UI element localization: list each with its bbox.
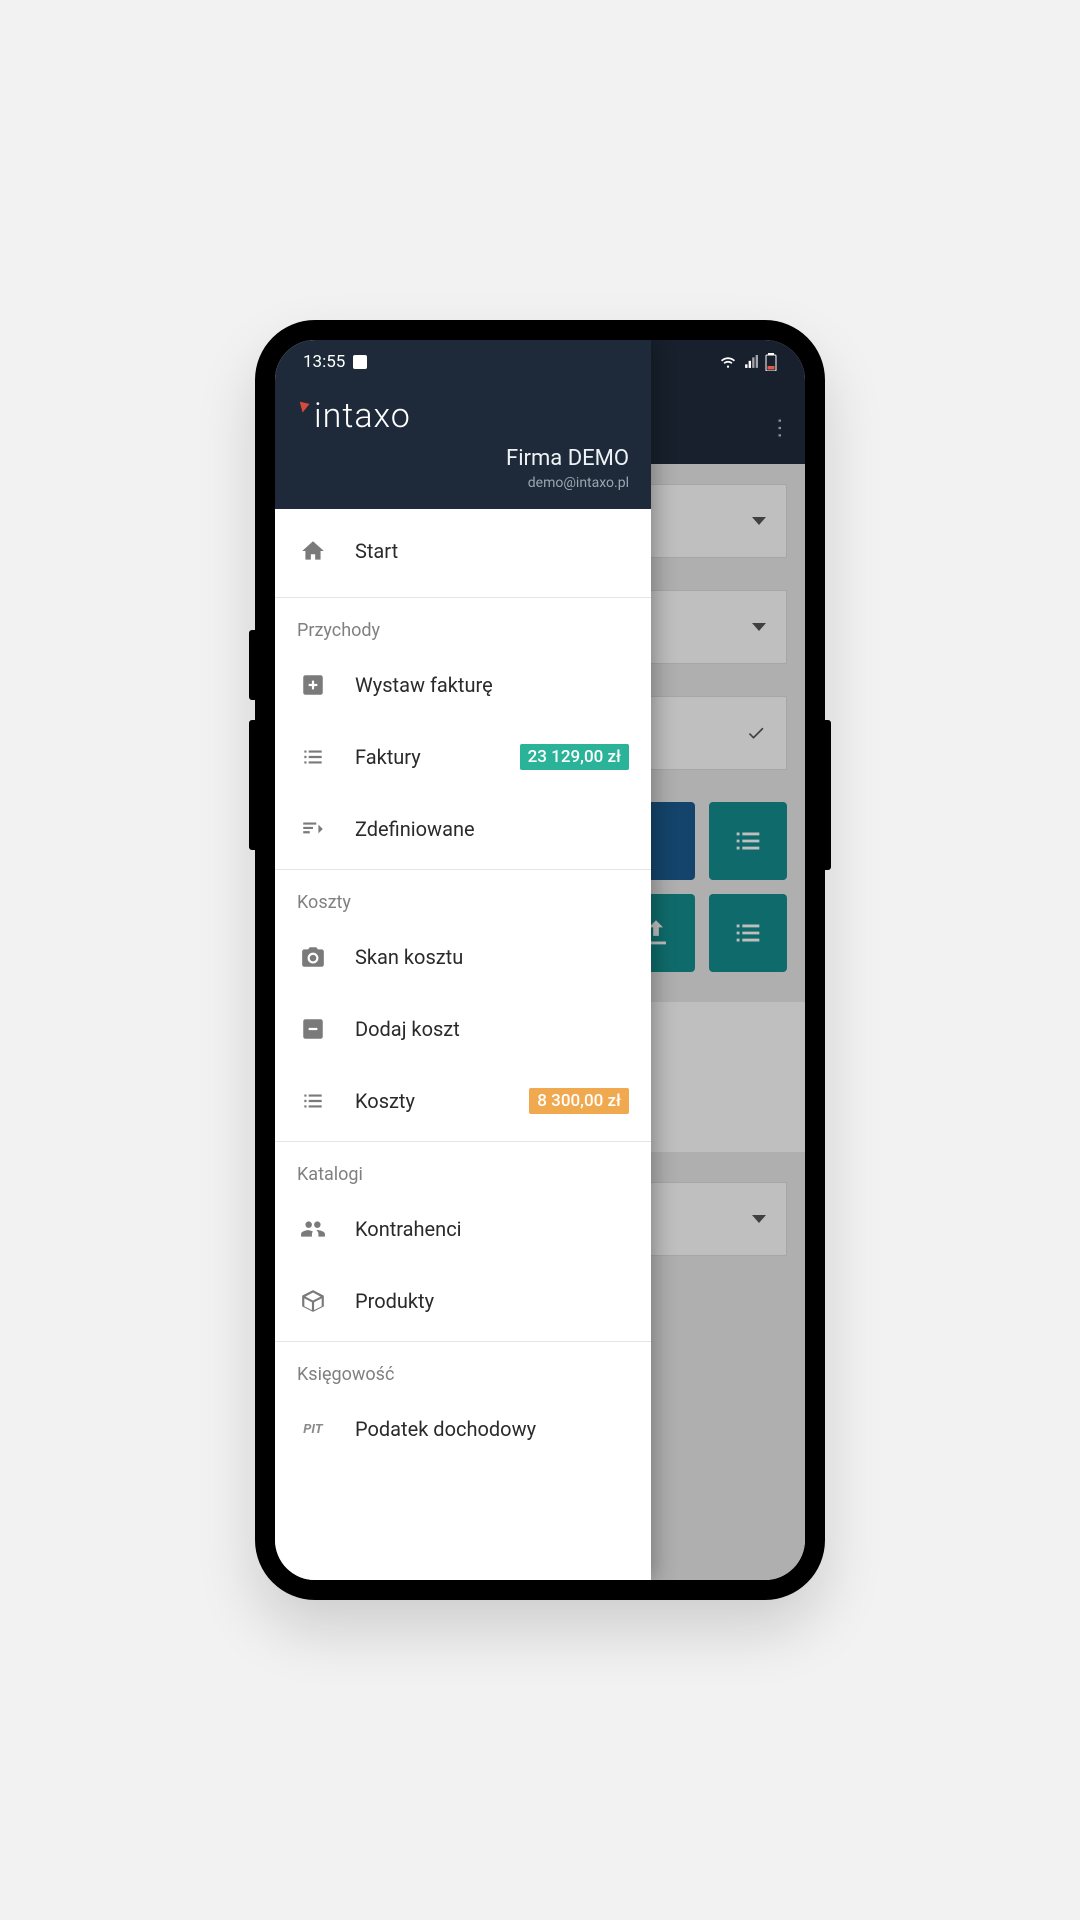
nav-kontrahenci[interactable]: Kontrahenci	[275, 1193, 651, 1265]
brand-logo: ▾ intaxo	[299, 396, 411, 436]
nav-start[interactable]: Start	[275, 509, 651, 593]
nav-label: Produkty	[355, 1289, 434, 1313]
section-koszty: Koszty	[275, 874, 651, 921]
status-bar: 13:55	[275, 340, 805, 384]
nav-faktury[interactable]: Faktury 23 129,00 zł	[275, 721, 651, 793]
nav-zdefiniowane[interactable]: Zdefiniowane	[275, 793, 651, 865]
nav-koszty[interactable]: Koszty 8 300,00 zł	[275, 1065, 651, 1137]
nav-label: Podatek dochodowy	[355, 1417, 536, 1441]
nav-label: Start	[355, 539, 398, 563]
check-icon	[746, 723, 766, 743]
nav-label: Wystaw fakturę	[355, 673, 493, 697]
list-icon	[297, 741, 329, 773]
nav-label: Zdefiniowane	[355, 817, 475, 841]
nav-drawer: ▾ intaxo Firma DEMO demo@intaxo.pl Start…	[275, 340, 651, 1580]
overflow-menu-icon[interactable]: ⋯	[768, 417, 790, 437]
company-email: demo@intaxo.pl	[297, 475, 629, 491]
list-icon	[731, 824, 765, 858]
amount-badge: 8 300,00 zł	[529, 1088, 629, 1114]
section-katalogi: Katalogi	[275, 1146, 651, 1193]
plus-square-icon	[297, 669, 329, 701]
chevron-down-icon	[752, 623, 766, 631]
chevron-down-icon	[752, 1215, 766, 1223]
camera-icon	[297, 941, 329, 973]
divider	[275, 597, 651, 598]
drawer-menu: Start Przychody Wystaw fakturę Faktury 2…	[275, 509, 651, 1580]
phone-frame: ⋯ ODUKTY	[255, 320, 825, 1600]
battery-icon	[765, 353, 777, 371]
hw-button	[249, 630, 255, 700]
status-time: 13:55	[303, 352, 345, 372]
notification-icon	[353, 355, 367, 369]
box-icon	[297, 1285, 329, 1317]
section-ksiegowosc: Księgowość	[275, 1346, 651, 1393]
section-przychody: Przychody	[275, 602, 651, 649]
screen: ⋯ ODUKTY	[275, 340, 805, 1580]
wifi-icon	[719, 355, 737, 369]
sort-list-icon	[297, 813, 329, 845]
company-name: Firma DEMO	[297, 446, 629, 471]
divider	[275, 869, 651, 870]
list-icon	[297, 1085, 329, 1117]
chevron-down-icon	[752, 517, 766, 525]
nav-label: Skan kosztu	[355, 945, 463, 969]
nav-skan-kosztu[interactable]: Skan kosztu	[275, 921, 651, 993]
action-tile[interactable]	[709, 894, 787, 972]
nav-podatek-dochodowy[interactable]: PIT Podatek dochodowy	[275, 1393, 651, 1465]
nav-label: Dodaj koszt	[355, 1017, 460, 1041]
nav-dodaj-koszt[interactable]: Dodaj koszt	[275, 993, 651, 1065]
nav-label: Koszty	[355, 1089, 415, 1113]
nav-wystaw-fakture[interactable]: Wystaw fakturę	[275, 649, 651, 721]
hw-button	[825, 720, 831, 870]
divider	[275, 1141, 651, 1142]
amount-badge: 23 129,00 zł	[520, 744, 629, 770]
brand-name: intaxo	[314, 396, 411, 436]
home-icon	[297, 535, 329, 567]
nav-produkty[interactable]: Produkty	[275, 1265, 651, 1337]
hw-button	[249, 720, 255, 850]
action-tile[interactable]	[709, 802, 787, 880]
nav-label: Faktury	[355, 745, 421, 769]
signal-icon	[743, 355, 759, 369]
minus-square-icon	[297, 1013, 329, 1045]
nav-label: Kontrahenci	[355, 1217, 462, 1241]
list-icon	[731, 916, 765, 950]
pit-icon: PIT	[297, 1413, 329, 1445]
brand-mark-icon: ▾	[297, 393, 313, 419]
divider	[275, 1341, 651, 1342]
users-icon	[297, 1213, 329, 1245]
